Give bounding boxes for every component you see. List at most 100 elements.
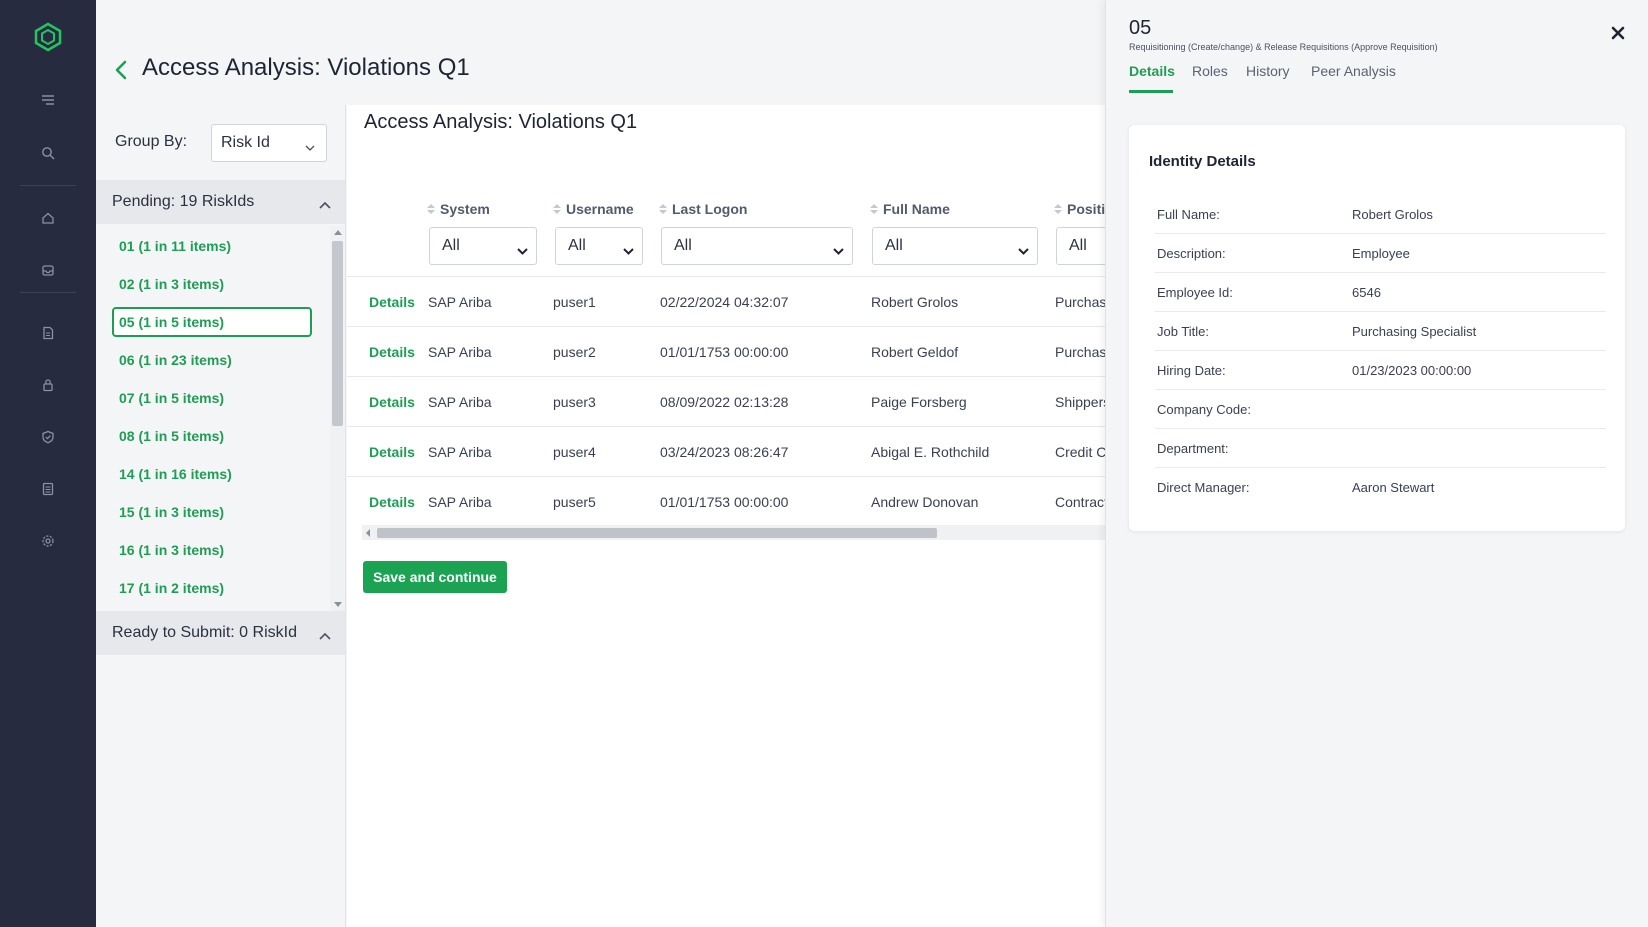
group-panel: Group By: Risk Id Pending: 19 RiskIds 01… [96, 105, 346, 927]
shield-icon[interactable] [37, 426, 59, 448]
cell-full-name: Robert Geldof [871, 344, 959, 360]
row-divider [347, 426, 1106, 427]
field-value: 6546 [1352, 285, 1381, 300]
details-link[interactable]: Details [369, 494, 415, 510]
field-row-hiring-date: Hiring Date: 01/23/2023 00:00:00 [1155, 351, 1606, 390]
risk-description: Requisitioning (Create/change) & Release… [1129, 42, 1438, 52]
cell-last-logon: 08/09/2022 02:13:28 [660, 394, 789, 410]
field-label: Direct Manager: [1157, 480, 1250, 495]
details-link[interactable]: Details [369, 394, 415, 410]
cell-system: SAP Ariba [428, 494, 492, 510]
rail-divider [20, 185, 76, 186]
sort-icon[interactable] [427, 204, 435, 214]
tab-peer-analysis[interactable]: Peer Analysis [1311, 63, 1396, 79]
pending-accordion-header[interactable]: Pending: 19 RiskIds [96, 180, 345, 224]
dropdown-caret-icon [833, 242, 844, 260]
cell-system: SAP Ariba [428, 344, 492, 360]
report-icon[interactable] [37, 478, 59, 500]
cell-last-logon: 02/22/2024 04:32:07 [660, 294, 789, 310]
filter-last-logon[interactable]: All [661, 227, 853, 265]
table-horizontal-scrollbar[interactable] [362, 525, 1106, 540]
sort-icon[interactable] [659, 204, 667, 214]
field-row-department: Department: [1155, 429, 1606, 468]
rail-divider [20, 292, 76, 293]
sort-icon[interactable] [870, 204, 878, 214]
settings-icon[interactable] [37, 530, 59, 552]
chevron-up-icon[interactable] [319, 627, 331, 645]
tab-history[interactable]: History [1246, 63, 1290, 79]
scroll-left-arrow-icon[interactable] [366, 529, 370, 537]
main-content: Access Analysis: Violations Q1 System Us… [347, 105, 1116, 927]
page-header: Access Analysis: Violations Q1 [96, 0, 1106, 105]
risk-item[interactable]: 06 (1 in 23 items) [112, 345, 312, 375]
cell-system: SAP Ariba [428, 444, 492, 460]
group-by-label: Group By: [115, 133, 188, 150]
cell-username: puser1 [553, 294, 596, 310]
lock-icon[interactable] [37, 374, 59, 396]
filter-username[interactable]: All [555, 227, 643, 265]
cell-last-logon: 01/01/1753 00:00:00 [660, 494, 789, 510]
field-row-full-name: Full Name: Robert Grolos [1155, 195, 1606, 234]
filter-full-name[interactable]: All [872, 227, 1038, 265]
risk-item[interactable]: 14 (1 in 16 items) [112, 459, 312, 489]
ready-label: Ready to Submit: 0 RiskId [112, 624, 297, 641]
scroll-down-arrow-icon[interactable] [334, 602, 342, 607]
sort-icon[interactable] [1054, 204, 1062, 214]
field-value: 01/23/2023 00:00:00 [1352, 363, 1472, 378]
column-header-username[interactable]: Username [553, 201, 634, 217]
column-header-last-logon[interactable]: Last Logon [659, 201, 747, 217]
details-link[interactable]: Details [369, 294, 415, 310]
risk-item[interactable]: 02 (1 in 3 items) [112, 269, 312, 299]
risk-item[interactable]: 16 (1 in 3 items) [112, 535, 312, 565]
risk-item[interactable]: 07 (1 in 5 items) [112, 383, 312, 413]
risk-item[interactable]: 15 (1 in 3 items) [112, 497, 312, 527]
risk-item[interactable]: 17 (1 in 2 items) [112, 573, 312, 603]
field-value: Employee [1352, 246, 1410, 261]
cell-username: puser2 [553, 344, 596, 360]
row-divider [347, 326, 1106, 327]
dropdown-caret-icon [1018, 242, 1029, 260]
scrollbar-thumb[interactable] [377, 528, 937, 538]
column-header-position[interactable]: Positi [1054, 201, 1105, 217]
field-label: Job Title: [1157, 324, 1210, 339]
field-label: Description: [1157, 246, 1226, 261]
scroll-up-arrow-icon[interactable] [334, 230, 342, 235]
field-label: Employee Id: [1157, 285, 1233, 300]
save-and-continue-button[interactable]: Save and continue [363, 561, 507, 593]
tab-details[interactable]: Details [1129, 63, 1175, 79]
risk-item[interactable]: 08 (1 in 5 items) [112, 421, 312, 451]
ready-accordion-header[interactable]: Ready to Submit: 0 RiskId [96, 611, 345, 655]
close-icon[interactable] [1610, 25, 1626, 41]
cell-position: Purchasi [1055, 344, 1110, 360]
scrollbar-thumb[interactable] [332, 241, 343, 426]
card-title: Identity Details [1149, 153, 1256, 170]
chevron-up-icon[interactable] [319, 196, 331, 214]
cell-position: Purchasi [1055, 294, 1110, 310]
app-logo-icon[interactable] [33, 22, 63, 52]
tab-roles[interactable]: Roles [1192, 63, 1228, 79]
cell-full-name: Andrew Donovan [871, 494, 979, 510]
row-divider [347, 276, 1106, 277]
inbox-icon[interactable] [37, 259, 59, 281]
cell-position: Credit C [1055, 444, 1107, 460]
details-link[interactable]: Details [369, 444, 415, 460]
field-label: Department: [1157, 441, 1229, 456]
cell-position: Contract [1055, 494, 1108, 510]
cell-full-name: Paige Forsberg [871, 394, 967, 410]
back-arrow-icon[interactable] [113, 59, 129, 81]
risk-item[interactable]: 01 (1 in 11 items) [112, 231, 312, 261]
search-icon[interactable] [37, 142, 59, 164]
field-value: Purchasing Specialist [1352, 324, 1477, 339]
home-icon[interactable] [37, 207, 59, 229]
filter-system[interactable]: All [429, 227, 537, 265]
document-icon[interactable] [37, 322, 59, 344]
risk-id-list: 01 (1 in 11 items) 02 (1 in 3 items) 05 … [96, 226, 345, 611]
column-header-system[interactable]: System [427, 201, 490, 217]
details-link[interactable]: Details [369, 344, 415, 360]
risk-list-scrollbar[interactable] [330, 226, 345, 611]
sort-icon[interactable] [553, 204, 561, 214]
column-header-full-name[interactable]: Full Name [870, 201, 950, 217]
menu-icon[interactable] [37, 89, 59, 111]
group-by-select[interactable]: Risk Id [211, 124, 327, 162]
risk-item-selected[interactable]: 05 (1 in 5 items) [112, 307, 312, 337]
